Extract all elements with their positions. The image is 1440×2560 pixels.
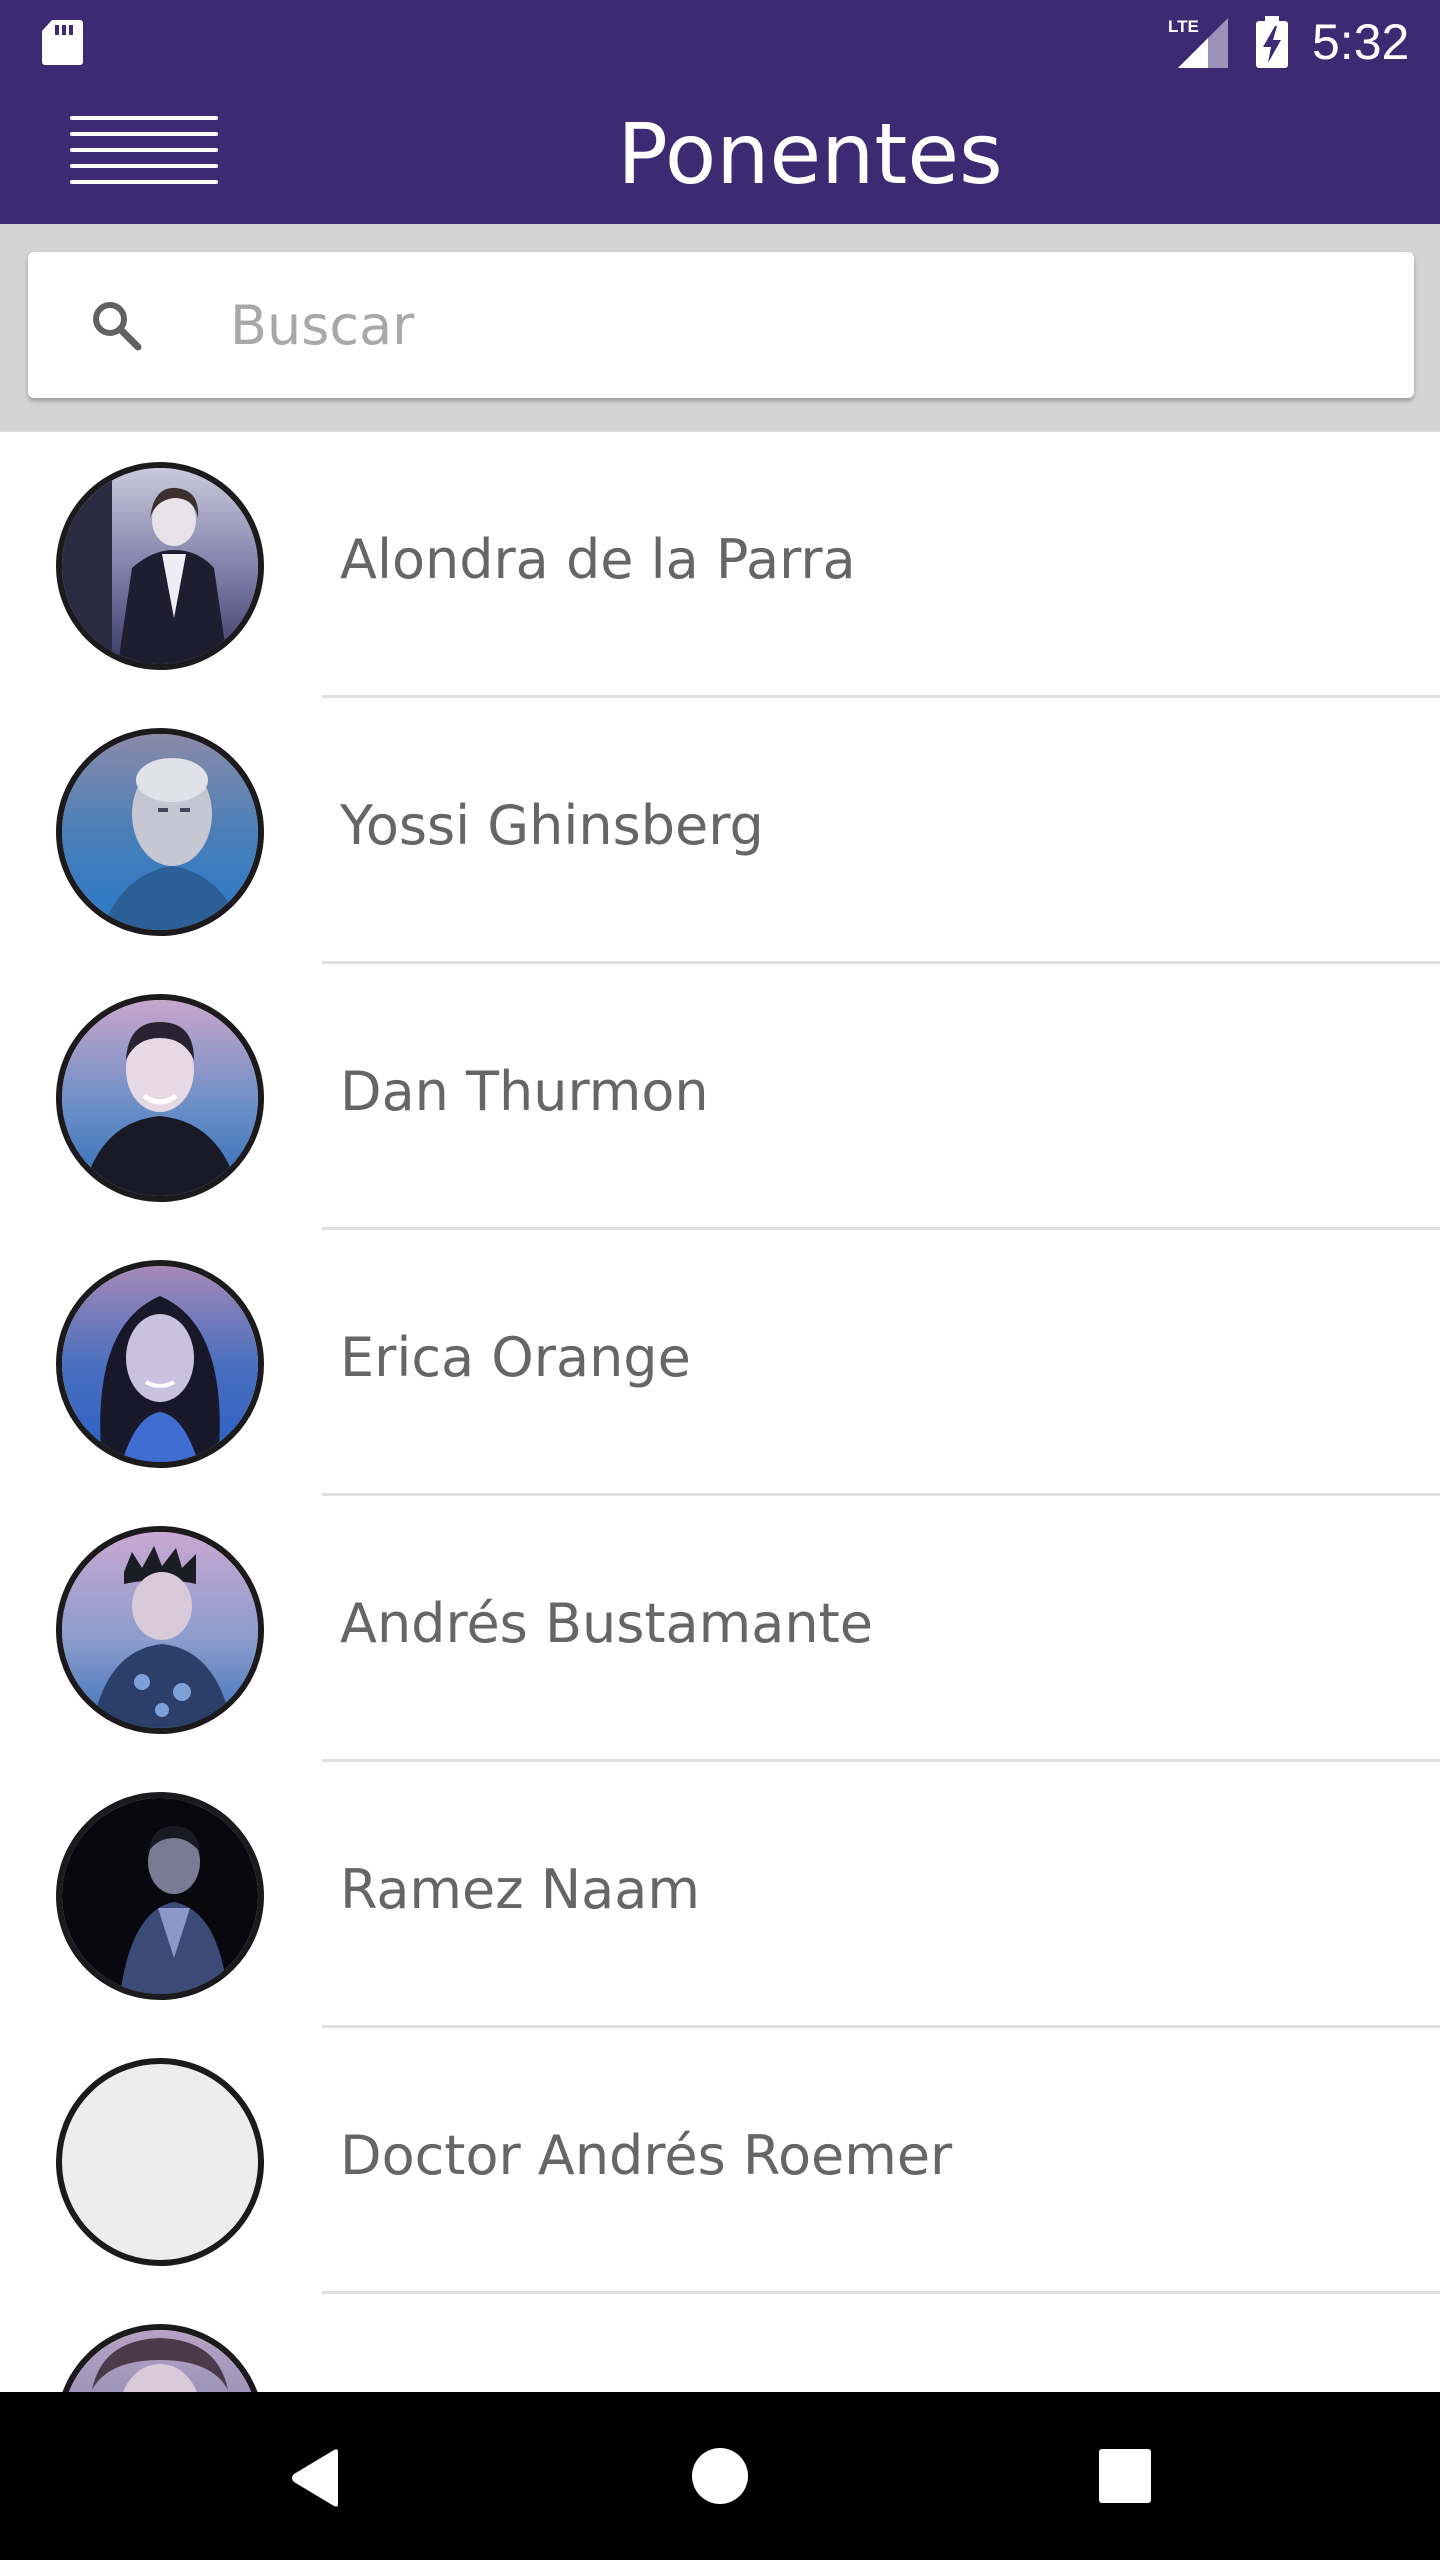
speaker-name: Dan Thurmon xyxy=(340,1060,709,1123)
search-input[interactable] xyxy=(218,282,1392,368)
avatar xyxy=(56,728,264,936)
speaker-row-roemer[interactable]: Doctor Andrés Roemer xyxy=(0,2028,1440,2294)
back-icon[interactable] xyxy=(286,2446,344,2510)
avatar xyxy=(56,2324,264,2392)
speaker-name: Andrés Bustamante xyxy=(340,1592,873,1655)
speaker-name: Alondra de la Parra xyxy=(340,528,856,591)
speaker-row-andres[interactable]: Andrés Bustamante xyxy=(0,1496,1440,1762)
speaker-name: Doctor Andrés Roemer xyxy=(340,2124,953,2187)
navigation-bar xyxy=(0,2392,1440,2560)
recents-icon[interactable] xyxy=(1098,2448,1152,2504)
menu-line xyxy=(70,180,218,184)
lte-signal-icon: LTE xyxy=(1168,17,1228,68)
network-type-label: LTE xyxy=(1168,17,1199,36)
speaker-list: Alondra de la Parra Yossi Ghinsberg Dan … xyxy=(0,432,1440,2392)
app-screen: LTE 5:32 Ponentes Buscar Alondra de la P… xyxy=(0,0,1440,2560)
search-area xyxy=(0,224,1440,430)
status-bar: LTE 5:32 xyxy=(0,0,1440,84)
speaker-row-erica[interactable]: Erica Orange xyxy=(0,1230,1440,1496)
menu-line xyxy=(70,116,218,120)
speaker-name: Erica Orange xyxy=(340,1326,691,1389)
menu-line xyxy=(70,148,218,152)
avatar xyxy=(56,1792,264,2000)
home-icon[interactable] xyxy=(690,2446,750,2506)
avatar xyxy=(56,1260,264,1468)
speaker-name: Yossi Ghinsberg xyxy=(340,794,764,857)
app-bar: Ponentes xyxy=(0,84,1440,224)
sd-card-icon xyxy=(42,20,83,65)
speaker-name xyxy=(340,2367,1400,2392)
speaker-row-ramez[interactable]: Ramez Naam xyxy=(0,1762,1440,2028)
battery-charging-icon xyxy=(1256,16,1288,68)
search-icon xyxy=(93,302,142,351)
speaker-row-yossi[interactable]: Yossi Ghinsberg xyxy=(0,698,1440,964)
avatar xyxy=(56,1526,264,1734)
avatar xyxy=(56,994,264,1202)
avatar xyxy=(56,2058,264,2266)
speaker-row-dan[interactable]: Dan Thurmon xyxy=(0,964,1440,1230)
avatar xyxy=(56,462,264,670)
search-box[interactable] xyxy=(28,252,1414,398)
menu-line xyxy=(70,164,218,168)
speaker-row-alondra[interactable]: Alondra de la Parra xyxy=(0,432,1440,698)
speaker-name: Ramez Naam xyxy=(340,1858,700,1921)
status-time: 5:32 xyxy=(1312,14,1410,70)
menu-line xyxy=(70,132,218,136)
hamburger-menu-icon[interactable] xyxy=(66,108,222,200)
page-title: Ponentes xyxy=(617,105,1003,203)
speaker-row-partial[interactable] xyxy=(0,2294,1440,2392)
